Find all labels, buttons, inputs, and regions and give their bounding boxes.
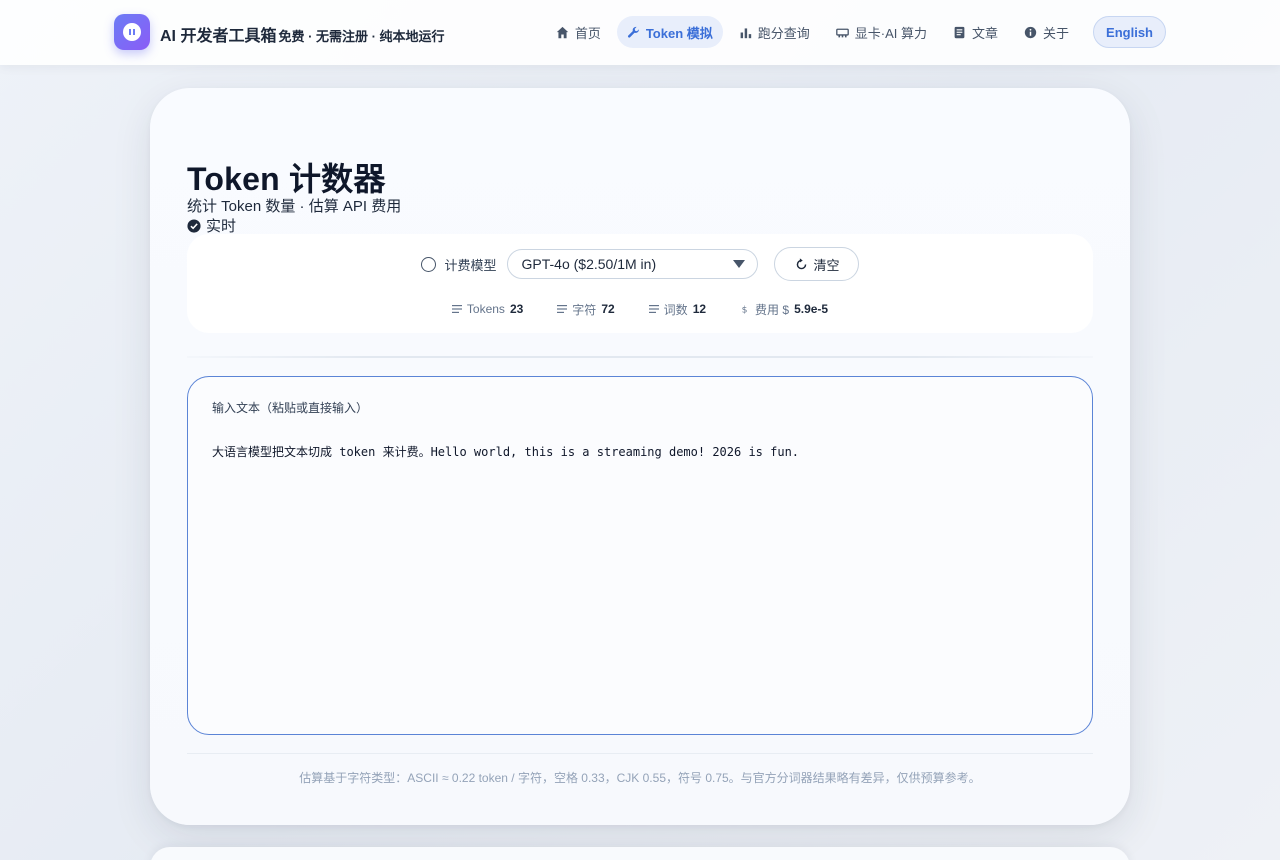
brand: AI 开发者工具箱 免费 · 无需注册 · 纯本地运行	[160, 22, 445, 46]
clear-button[interactable]: 清空	[773, 247, 859, 281]
gpu-icon	[835, 28, 849, 37]
main-nav: 首页 Token 模拟 跑分查询 显卡·AI 算力 文章 关于 English	[546, 16, 1166, 48]
stat-cost-label: 费用 $	[755, 302, 790, 317]
input-label: 输入文本（粘贴或直接输入）	[212, 401, 369, 415]
nav-item-label: 首页	[574, 25, 601, 41]
nav-item-label: 文章	[972, 25, 999, 41]
stat-chars: 字符 72	[557, 300, 615, 318]
nav-item-label: 关于	[1043, 25, 1070, 41]
refresh-icon	[796, 257, 806, 269]
bar-chart-icon	[740, 27, 751, 38]
stat-words-value: 12	[692, 302, 707, 316]
logo-icon	[123, 23, 141, 41]
stat-cost: $ 费用 $ 5.9e-5	[740, 300, 828, 318]
nav-item-label: Token 模拟	[645, 25, 713, 41]
top-nav-bar: AI 开发者工具箱 免费 · 无需注册 · 纯本地运行 首页 Token 模拟 …	[0, 0, 1280, 65]
model-control-row: 计费模型 GPT-4o ($2.50/1M in) 清空	[187, 247, 1093, 281]
stat-words: 词数 12	[648, 300, 707, 318]
stats-row: Tokens 23 字符 72 词数 12 $ 费用 $ 5.9e-5	[187, 300, 1093, 318]
stat-cost-value: 5.9e-5	[794, 302, 829, 316]
svg-text:$: $	[742, 304, 748, 314]
brand-title: AI 开发者工具箱	[160, 28, 277, 45]
page-subtitle: 统计 Token 数量 · 估算 API 费用	[187, 198, 402, 215]
stat-words-label: 词数	[663, 302, 688, 317]
footer-divider	[187, 753, 1093, 754]
text-input-area[interactable]: 输入文本（粘贴或直接输入） 大语言模型把文本切成 token 来计费。Hello…	[187, 376, 1093, 735]
stat-tokens-label: Tokens	[466, 302, 505, 316]
app-logo[interactable]	[114, 14, 150, 50]
check-circle-icon	[187, 218, 201, 233]
token-counter-card: Token 计数器 统计 Token 数量 · 估算 API 费用 实时 计费模…	[150, 88, 1130, 825]
clear-button-label: 清空	[813, 257, 840, 273]
brand-subtitle: 免费 · 无需注册 · 纯本地运行	[278, 29, 445, 44]
nav-item-articles[interactable]: 文章	[943, 16, 1008, 48]
estimation-footnote: 估算基于字符类型：ASCII ≈ 0.22 token / 字符，空格 0.33…	[299, 771, 981, 785]
section-divider	[187, 356, 1093, 358]
pricing-radio[interactable]	[421, 256, 437, 272]
stat-chars-value: 72	[601, 302, 615, 316]
nav-item-about[interactable]: 关于	[1014, 16, 1079, 48]
stat-chars-label: 字符	[572, 302, 597, 317]
realtime-indicator: 实时	[187, 215, 236, 236]
nav-item-label: 显卡·AI 算力	[854, 25, 928, 41]
info-icon	[1024, 26, 1037, 38]
article-icon	[954, 26, 965, 38]
stat-tokens-value: 23	[509, 302, 524, 316]
lines-icon	[648, 305, 659, 313]
page-title: Token 计数器	[187, 161, 386, 197]
wrench-icon	[627, 26, 639, 38]
controls-panel: 计费模型 GPT-4o ($2.50/1M in) 清空 Tokens 23 字…	[187, 234, 1093, 333]
nav-item-gpu[interactable]: 显卡·AI 算力	[826, 16, 937, 48]
dollar-icon: $	[742, 304, 748, 314]
lines-icon	[557, 305, 568, 313]
nav-item-label: 跑分查询	[757, 25, 810, 41]
nav-item-home[interactable]: 首页	[546, 16, 611, 48]
nav-item-benchmark[interactable]: 跑分查询	[729, 16, 820, 48]
lines-icon	[451, 305, 462, 313]
nav-item-token-sim[interactable]: Token 模拟	[616, 16, 723, 48]
language-toggle-button[interactable]: English	[1093, 16, 1166, 48]
model-select[interactable]: GPT-4o ($2.50/1M in)	[506, 249, 758, 279]
stat-tokens: Tokens 23	[451, 300, 524, 318]
next-card-peek	[150, 847, 1130, 860]
input-text[interactable]: 大语言模型把文本切成 token 来计费。Hello world, this i…	[212, 443, 799, 460]
model-select-value: GPT-4o ($2.50/1M in)	[521, 256, 657, 272]
model-label: 计费模型	[444, 257, 497, 273]
realtime-label: 实时	[206, 218, 237, 235]
chevron-down-icon	[732, 260, 745, 268]
home-icon	[556, 26, 568, 38]
